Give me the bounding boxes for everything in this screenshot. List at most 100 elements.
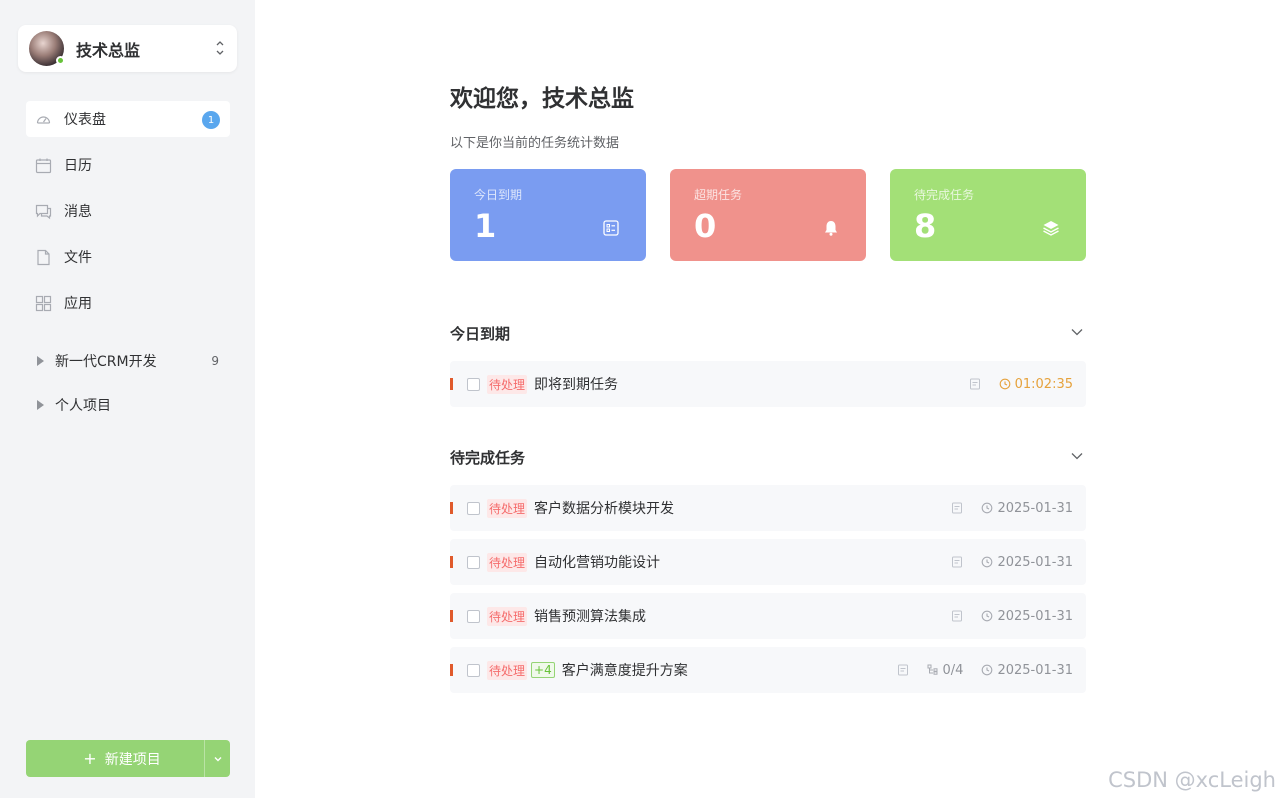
watermark: CSDN @xcLeigh — [1108, 768, 1276, 792]
subtask-icon — [927, 664, 938, 675]
new-project-button[interactable]: + 新建项目 — [26, 740, 230, 777]
clock-icon — [982, 502, 993, 514]
menu-item-dashboard[interactable]: 仪表盘 1 — [26, 101, 230, 137]
clock-icon — [982, 556, 993, 568]
clock-icon — [982, 664, 993, 676]
calendar-icon — [35, 157, 52, 174]
chevron-down-icon — [214, 756, 221, 761]
project-item-crm[interactable]: 新一代CRM开发 9 — [26, 344, 230, 378]
new-project-label: 新建项目 — [104, 751, 161, 768]
subtask-count: 0/4 — [942, 662, 964, 678]
task-row[interactable]: 待处理 自动化营销功能设计 2025-01-31 — [450, 539, 1086, 585]
stat-label: 今日到期 — [474, 188, 523, 202]
collapse-chevron-icon[interactable] — [1070, 449, 1084, 463]
stat-card-due-today[interactable]: 今日到期 1 — [450, 169, 646, 261]
stat-value: 0 — [694, 207, 717, 245]
priority-bar — [450, 502, 453, 514]
task-meta: 2025-01-31 — [951, 485, 1073, 531]
menu-item-apps[interactable]: 应用 — [26, 285, 230, 321]
priority-bar — [450, 610, 453, 622]
notification-badge: 1 — [202, 111, 220, 129]
layers-icon — [1043, 221, 1059, 236]
avatar — [29, 31, 65, 66]
online-status-dot — [56, 56, 65, 65]
message-icon — [35, 203, 52, 220]
new-project-dropdown[interactable] — [204, 740, 230, 777]
status-badge: 待处理 — [487, 660, 528, 680]
menu-label: 日历 — [64, 158, 92, 174]
due-date: 2025-01-31 — [997, 554, 1073, 570]
dashboard-icon — [35, 111, 52, 128]
menu-item-calendar[interactable]: 日历 — [26, 147, 230, 183]
document-icon — [952, 610, 963, 622]
plus-icon: + — [83, 749, 97, 768]
document-icon — [969, 378, 980, 390]
task-title: 客户数据分析模块开发 — [534, 501, 675, 517]
status-badge: 待处理 — [487, 552, 528, 572]
menu-label: 文件 — [64, 250, 92, 266]
new-project-main[interactable]: + 新建项目 — [26, 749, 204, 769]
document-icon — [952, 556, 963, 568]
menu-item-messages[interactable]: 消息 — [26, 193, 230, 229]
sidebar: 技术总监 仪表盘 1 日历 消息 文件 应用 新一代CRM开发 9 个人项目 +… — [0, 0, 255, 798]
expand-triangle-icon[interactable] — [37, 356, 44, 366]
project-item-personal[interactable]: 个人项目 — [26, 388, 230, 422]
expand-triangle-icon[interactable] — [37, 400, 44, 410]
section-title-pending: 待完成任务 — [450, 449, 526, 467]
task-checkbox[interactable] — [467, 555, 480, 569]
extra-tag-badge: +4 — [531, 662, 555, 678]
stat-card-pending[interactable]: 待完成任务 8 — [890, 169, 1086, 261]
page-subtitle: 以下是你当前的任务统计数据 — [450, 136, 620, 151]
project-label: 个人项目 — [55, 398, 111, 414]
priority-bar — [450, 378, 453, 390]
priority-bar — [450, 664, 453, 676]
task-meta: 01:02:35 — [969, 361, 1073, 407]
menu-label: 消息 — [64, 204, 92, 220]
task-checkbox[interactable] — [467, 377, 480, 391]
countdown-time: 01:02:35 — [1014, 376, 1073, 392]
document-icon — [952, 502, 963, 514]
clock-icon — [982, 610, 993, 622]
task-list-icon — [603, 220, 619, 236]
task-title: 销售预测算法集成 — [534, 609, 647, 625]
apps-icon — [35, 295, 52, 312]
task-title: 自动化营销功能设计 — [534, 555, 661, 571]
task-row[interactable]: 待处理 即将到期任务 01:02:35 — [450, 361, 1086, 407]
project-task-count: 9 — [211, 354, 219, 368]
task-row[interactable]: 待处理 +4 客户满意度提升方案 0/4 2025-01-31 — [450, 647, 1086, 693]
due-date: 2025-01-31 — [997, 500, 1073, 516]
task-meta: 2025-01-31 — [951, 539, 1073, 585]
switch-arrows-icon — [216, 41, 224, 55]
user-name: 技术总监 — [76, 40, 141, 60]
stat-label: 超期任务 — [694, 188, 743, 202]
task-title: 客户满意度提升方案 — [561, 663, 688, 679]
task-checkbox[interactable] — [467, 663, 480, 677]
status-badge: 待处理 — [487, 606, 528, 626]
task-meta: 2025-01-31 — [951, 593, 1073, 639]
menu-label: 仪表盘 — [64, 112, 106, 128]
task-row[interactable]: 待处理 客户数据分析模块开发 2025-01-31 — [450, 485, 1086, 531]
status-badge: 待处理 — [487, 498, 528, 518]
stat-card-overdue[interactable]: 超期任务 0 — [670, 169, 866, 261]
main-menu: 仪表盘 1 日历 消息 文件 应用 — [26, 101, 230, 331]
collapse-chevron-icon[interactable] — [1070, 325, 1084, 339]
priority-bar — [450, 556, 453, 568]
task-title: 即将到期任务 — [534, 377, 619, 393]
stat-value: 8 — [914, 207, 937, 245]
status-badge: 待处理 — [487, 374, 528, 394]
document-icon — [897, 664, 908, 676]
stat-label: 待完成任务 — [914, 188, 975, 202]
task-checkbox[interactable] — [467, 609, 480, 623]
user-switcher[interactable]: 技术总监 — [18, 25, 237, 72]
stat-value: 1 — [474, 207, 497, 245]
due-date: 2025-01-31 — [997, 662, 1073, 678]
menu-label: 应用 — [64, 296, 92, 312]
project-list: 新一代CRM开发 9 个人项目 — [26, 344, 230, 432]
menu-item-files[interactable]: 文件 — [26, 239, 230, 275]
task-meta: 0/4 2025-01-31 — [897, 647, 1073, 693]
page-title: 欢迎您，技术总监 — [450, 86, 634, 112]
task-checkbox[interactable] — [467, 501, 480, 515]
bell-icon — [825, 221, 837, 236]
file-icon — [35, 249, 52, 266]
task-row[interactable]: 待处理 销售预测算法集成 2025-01-31 — [450, 593, 1086, 639]
